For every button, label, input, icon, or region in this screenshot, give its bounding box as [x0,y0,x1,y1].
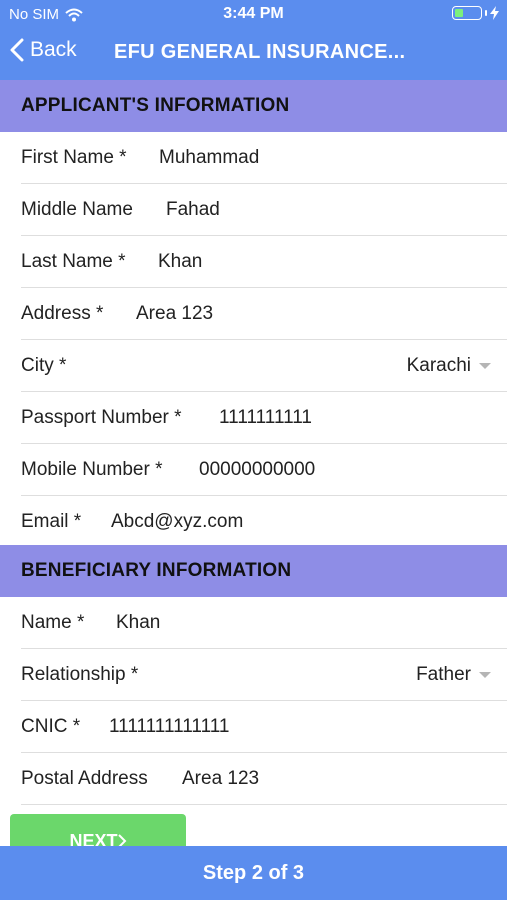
step-text: Step 2 of 3 [202,861,305,884]
email-label: Email * [21,511,82,532]
middle-name-field[interactable]: Middle Name Fahad [0,184,507,236]
beneficiary-name-field[interactable]: Name * Khan [0,597,507,649]
battery-fill [455,9,463,17]
first-name-field[interactable]: First Name * Muhammad [0,132,507,184]
passport-number-value[interactable]: 1111111111 [219,407,312,429]
page-title: EFU GENERAL INSURANCE... [114,41,406,63]
passport-number-label: Passport Number * [21,407,182,428]
mobile-number-value[interactable]: 00000000000 [199,459,315,481]
mobile-number-field[interactable]: Mobile Number * 00000000000 [0,444,507,496]
city-select[interactable]: Karachi [407,355,491,377]
city-field[interactable]: City * Karachi [0,340,507,392]
first-name-label: First Name * [21,147,127,168]
middle-name-value[interactable]: Fahad [166,199,220,221]
last-name-field[interactable]: Last Name * Khan [0,236,507,288]
address-value[interactable]: Area 123 [136,303,213,325]
back-button[interactable]: Back [10,38,77,62]
charging-bolt-icon [490,6,499,20]
last-name-label: Last Name * [21,251,126,272]
divider [21,804,507,805]
city-label: City * [21,355,67,376]
last-name-value[interactable]: Khan [158,251,202,273]
postal-address-label: Postal Address [21,768,148,789]
clock: 3:44 PM [223,5,284,22]
city-value: Karachi [406,355,471,376]
beneficiary-name-value[interactable]: Khan [116,612,160,634]
relationship-value: Father [416,664,471,685]
dropdown-caret-icon [479,672,491,678]
back-chevron-icon [10,38,24,62]
first-name-value[interactable]: Muhammad [159,147,259,169]
passport-number-field[interactable]: Passport Number * 1111111111 [0,392,507,444]
relationship-label: Relationship * [21,664,139,685]
beneficiary-name-label: Name * [21,612,85,633]
applicant-section-header: APPLICANT'S INFORMATION [0,80,507,132]
email-value[interactable]: Abcd@xyz.com [111,511,243,533]
relationship-field[interactable]: Relationship * Father [0,649,507,701]
status-bar: No SIM 3:44 PM [0,0,507,28]
battery-body [452,6,482,20]
dropdown-caret-icon [479,363,491,369]
postal-address-value[interactable]: Area 123 [182,768,259,790]
cnic-label: CNIC * [21,716,81,737]
mobile-number-label: Mobile Number * [21,459,163,480]
battery-tip [485,10,487,16]
relationship-select[interactable]: Father [416,664,491,686]
back-label: Back [30,38,77,61]
cnic-field[interactable]: CNIC * 1111111111111 [0,701,507,753]
email-field[interactable]: Email * Abcd@xyz.com [0,496,507,548]
beneficiary-section-header: BENEFICIARY INFORMATION [0,545,507,597]
battery-icon [452,6,499,20]
navigation-bar: Back EFU GENERAL INSURANCE... [0,28,507,80]
cnic-value[interactable]: 1111111111111 [109,716,229,738]
step-indicator: Step 2 of 3 [0,846,507,900]
middle-name-label: Middle Name [21,199,133,220]
address-label: Address * [21,303,104,324]
postal-address-field[interactable]: Postal Address Area 123 [0,753,507,805]
address-field[interactable]: Address * Area 123 [0,288,507,340]
